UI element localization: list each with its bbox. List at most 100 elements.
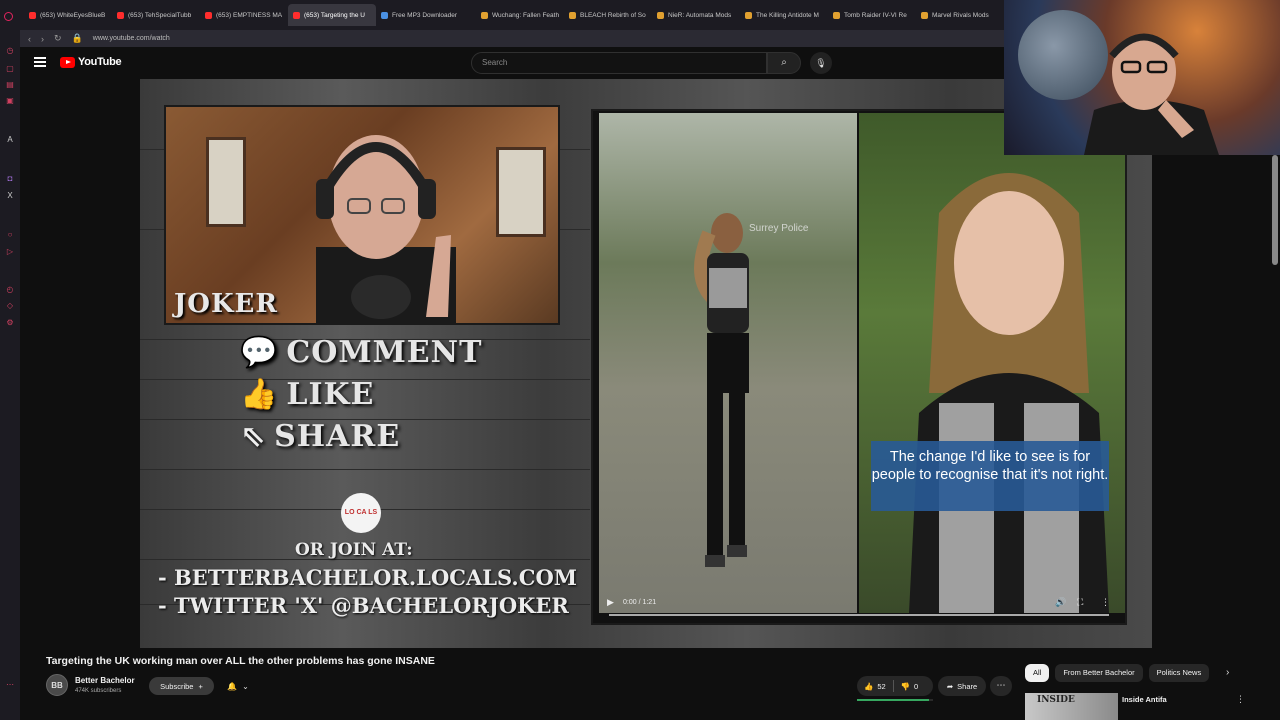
host-figure: [316, 135, 456, 323]
more-actions-button[interactable]: ⋯: [990, 676, 1012, 696]
browser-tab[interactable]: Tomb Raider IV-VI Re: [828, 4, 916, 26]
search-icon: ⌕: [781, 57, 787, 68]
sidebar-list-icon[interactable]: ▣: [5, 96, 15, 105]
dislike-button[interactable]: 👎 0: [894, 676, 926, 696]
like-cta: 👍 LIKE: [240, 377, 374, 412]
twitter-link-text: - TWITTER 'X' @BACHELORJOKER: [158, 593, 569, 618]
window-decor: [496, 147, 546, 237]
youtube-logo[interactable]: YouTube: [60, 56, 122, 68]
tab-favicon-icon: [117, 11, 124, 19]
sidebar-gear-icon[interactable]: ⚙: [5, 318, 15, 327]
subscribe-label: Subscribe: [160, 681, 194, 691]
browser-tab[interactable]: Wuchang: Fallen Feath: [476, 4, 564, 26]
browser-tab[interactable]: (653) WhiteEyesBlueB: [24, 4, 112, 26]
browser-tab[interactable]: BLEACH Rebirth of So: [564, 4, 652, 26]
reload-icon[interactable]: ↻: [54, 33, 62, 44]
thumbs-up-icon: 👍: [864, 681, 874, 691]
recommended-thumb-text: INSIDE: [1037, 695, 1075, 705]
like-text: LIKE: [286, 377, 375, 412]
tab-favicon-icon: [833, 11, 840, 19]
clip-more-icon[interactable]: ⋮: [1101, 597, 1110, 608]
tab-label: (653) WhiteEyesBlueB: [40, 11, 106, 19]
subscriber-count: 474K subscribers: [75, 688, 122, 694]
search-button[interactable]: ⌕: [767, 52, 801, 74]
sidebar-clock-icon[interactable]: ◴: [5, 285, 15, 294]
share-arrow-icon: ➦: [946, 681, 954, 691]
tab-favicon-icon: [745, 11, 752, 19]
plus-icon: +: [198, 681, 203, 691]
embedded-clip[interactable]: Surrey Police The change I'd like to see…: [591, 109, 1127, 625]
notification-bell-button[interactable]: 🔔 ⌄: [220, 677, 256, 695]
chevron-right-icon[interactable]: ›: [1226, 667, 1229, 678]
sidebar-gem-icon[interactable]: ◇: [5, 301, 15, 310]
video-player[interactable]: JOKER 💬 COMMENT 👍 LIKE ⇖ SHARE LO CA LS …: [140, 79, 1152, 648]
tab-label: (653) Targeting the U: [304, 11, 365, 19]
voice-search-button[interactable]: 🎙: [810, 52, 832, 74]
sidebar-a-icon[interactable]: A: [5, 135, 15, 144]
play-icon[interactable]: ▶: [607, 597, 614, 608]
tab-label: NieR: Automata Mods: [668, 11, 732, 19]
volume-icon[interactable]: 🔊: [1055, 597, 1066, 608]
browser-tab[interactable]: The Killing Antidote M: [740, 4, 828, 26]
clip-right-panel: [859, 113, 1125, 613]
tab-label: Free MP3 Downloader: [392, 11, 458, 19]
sidebar-chat-icon[interactable]: ▤: [5, 80, 15, 89]
like-button[interactable]: 👍 52: [857, 676, 893, 696]
sidebar-more-icon[interactable]: ⋯: [5, 680, 15, 689]
browser-tab[interactable]: Marvel Rivals Mods: [916, 4, 1004, 26]
thumbs-up-icon: 👍: [240, 377, 279, 412]
share-cta: ⇖ SHARE: [240, 419, 400, 454]
bell-icon: 🔔: [227, 681, 238, 691]
sidebar-circle-icon[interactable]: ○: [5, 230, 15, 239]
like-dislike-bar: 👍 52 👎 0: [857, 676, 933, 696]
browser-logo-icon[interactable]: [4, 12, 13, 21]
menu-icon[interactable]: [34, 57, 46, 67]
sidebar-history-icon[interactable]: ◷: [5, 46, 15, 55]
tab-label: The Killing Antidote M: [756, 11, 819, 19]
sidebar-twitch-icon[interactable]: ◘: [5, 174, 15, 183]
locals-logo: LO CA LS: [341, 493, 381, 533]
page-scrollbar[interactable]: [1272, 155, 1278, 265]
filter-chip[interactable]: All: [1025, 664, 1050, 682]
locals-link-text: - BETTERBACHELOR.LOCALS.COM: [158, 565, 577, 590]
comment-cta: 💬 COMMENT: [240, 335, 482, 370]
streamer-figure: [1084, 33, 1219, 155]
recommended-more-icon[interactable]: ⋮: [1236, 694, 1245, 705]
like-count: 52: [877, 681, 886, 691]
tab-favicon-icon: [481, 11, 488, 19]
browser-tab[interactable]: (653) EMPTINESS MA: [200, 4, 288, 26]
back-icon[interactable]: ‹: [28, 34, 31, 44]
sidebar-play-icon[interactable]: ▷: [5, 247, 15, 256]
channel-avatar[interactable]: BB: [46, 674, 68, 696]
filter-chip[interactable]: From Better Bachelor: [1055, 664, 1143, 682]
clip-caption: The change I'd like to see is for people…: [871, 441, 1109, 511]
tab-label: Tomb Raider IV-VI Re: [844, 11, 907, 19]
chevron-down-icon: ⌄: [242, 681, 249, 691]
channel-name[interactable]: Better Bachelor: [75, 676, 135, 685]
subscribe-button[interactable]: Subscribe +: [149, 677, 214, 695]
clip-time: 0:00 / 1:21: [623, 599, 657, 606]
fullscreen-icon[interactable]: ⛶: [1077, 597, 1083, 608]
browser-tab[interactable]: Free MP3 Downloader: [376, 4, 476, 26]
share-button[interactable]: ➦ Share: [938, 676, 986, 696]
url-field[interactable]: www.youtube.com/watch: [93, 35, 170, 42]
sidebar-bag-icon[interactable]: ▢: [5, 64, 15, 73]
filter-chip[interactable]: Politics News: [1148, 664, 1210, 682]
browser-tab[interactable]: (653) TehSpecialTubb: [112, 4, 200, 26]
recommended-thumbnail[interactable]: INSIDE: [1025, 693, 1118, 720]
search-input[interactable]: Search: [471, 52, 767, 74]
thumbs-down-icon: 👎: [900, 681, 911, 691]
like-ratio-bar: [857, 699, 933, 701]
clip-progress-bar[interactable]: [609, 614, 1109, 616]
browser-tab[interactable]: (653) Targeting the U: [288, 4, 376, 26]
browser-tab[interactable]: NieR: Automata Mods: [652, 4, 740, 26]
tab-favicon-icon: [921, 11, 928, 19]
address-bar: ‹ › ↻ 🔒 www.youtube.com/watch: [20, 30, 1004, 47]
runner-figure: [694, 213, 749, 567]
sidebar-x-icon[interactable]: X: [5, 191, 15, 200]
forward-icon[interactable]: ›: [41, 34, 44, 44]
cursor-arrow-icon: ⇖: [240, 419, 267, 454]
tab-label: Wuchang: Fallen Feath: [492, 11, 560, 19]
microphone-icon: 🎙: [815, 58, 827, 68]
recommended-title[interactable]: Inside Antifa: [1122, 695, 1167, 704]
